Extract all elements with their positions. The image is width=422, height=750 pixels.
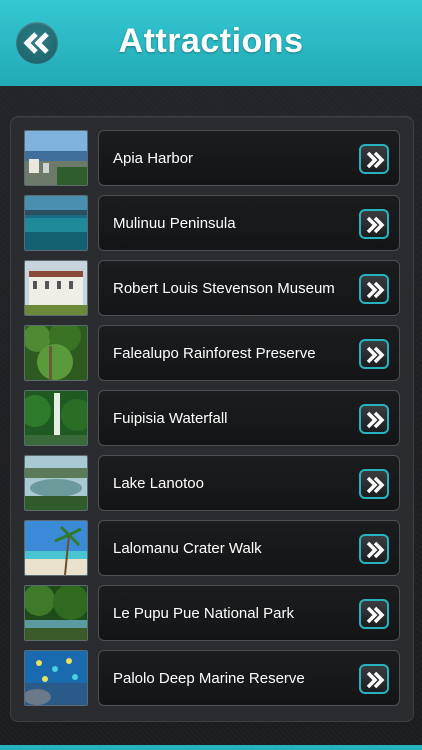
- bottom-accent-bar: [0, 745, 422, 750]
- open-button[interactable]: [359, 664, 389, 694]
- list-item-label: Apia Harbor: [113, 150, 194, 167]
- list-item[interactable]: Le Pupu Pue National Park: [24, 585, 400, 641]
- thumbnail-image: [24, 520, 88, 576]
- list-item[interactable]: Robert Louis Stevenson Museum: [24, 260, 400, 316]
- thumbnail-image: [24, 585, 88, 641]
- list-item-label: Mulinuu Peninsula: [113, 215, 236, 232]
- thumbnail-image: [24, 455, 88, 511]
- open-button[interactable]: [359, 339, 389, 369]
- thumbnail-image: [24, 130, 88, 186]
- double-chevron-right-icon: [366, 671, 385, 689]
- list-item[interactable]: Lalomanu Crater Walk: [24, 520, 400, 576]
- list-item[interactable]: Lake Lanotoo: [24, 455, 400, 511]
- attractions-list: Apia Harbor Mulinuu Peninsula Robert Lou…: [10, 116, 414, 722]
- list-item[interactable]: Falealupo Rainforest Preserve: [24, 325, 400, 381]
- open-button[interactable]: [359, 599, 389, 629]
- double-chevron-right-icon: [366, 151, 385, 169]
- list-item-label: Palolo Deep Marine Reserve: [113, 670, 305, 687]
- double-chevron-right-icon: [366, 476, 385, 494]
- list-item-button[interactable]: Lalomanu Crater Walk: [98, 520, 400, 576]
- list-item-button[interactable]: Le Pupu Pue National Park: [98, 585, 400, 641]
- list-item[interactable]: Fuipisia Waterfall: [24, 390, 400, 446]
- list-item-label: Le Pupu Pue National Park: [113, 605, 294, 622]
- list-item[interactable]: Palolo Deep Marine Reserve: [24, 650, 400, 706]
- open-button[interactable]: [359, 534, 389, 564]
- header-bar: Attractions: [0, 0, 422, 86]
- list-item-button[interactable]: Robert Louis Stevenson Museum: [98, 260, 400, 316]
- list-item[interactable]: Mulinuu Peninsula: [24, 195, 400, 251]
- double-chevron-right-icon: [366, 541, 385, 559]
- double-chevron-right-icon: [366, 216, 385, 234]
- list-item-label: Robert Louis Stevenson Museum: [113, 280, 335, 297]
- double-chevron-right-icon: [366, 411, 385, 429]
- double-chevron-right-icon: [366, 606, 385, 624]
- list-item-label: Lalomanu Crater Walk: [113, 540, 262, 557]
- open-button[interactable]: [359, 209, 389, 239]
- thumbnail-image: [24, 195, 88, 251]
- list-item-button[interactable]: Lake Lanotoo: [98, 455, 400, 511]
- content-area: Apia Harbor Mulinuu Peninsula Robert Lou…: [0, 86, 422, 745]
- list-item-label: Falealupo Rainforest Preserve: [113, 345, 316, 362]
- thumbnail-image: [24, 260, 88, 316]
- thumbnail-image: [24, 650, 88, 706]
- thumbnail-image: [24, 390, 88, 446]
- open-button[interactable]: [359, 469, 389, 499]
- double-chevron-right-icon: [366, 346, 385, 364]
- open-button[interactable]: [359, 404, 389, 434]
- thumbnail-image: [24, 325, 88, 381]
- open-button[interactable]: [359, 144, 389, 174]
- list-item-label: Fuipisia Waterfall: [113, 410, 228, 427]
- double-chevron-right-icon: [366, 281, 385, 299]
- list-item-button[interactable]: Fuipisia Waterfall: [98, 390, 400, 446]
- open-button[interactable]: [359, 274, 389, 304]
- list-item-button[interactable]: Falealupo Rainforest Preserve: [98, 325, 400, 381]
- page-title: Attractions: [118, 22, 304, 60]
- list-item[interactable]: Apia Harbor: [24, 130, 400, 186]
- list-item-button[interactable]: Palolo Deep Marine Reserve: [98, 650, 400, 706]
- list-item-button[interactable]: Apia Harbor: [98, 130, 400, 186]
- list-item-button[interactable]: Mulinuu Peninsula: [98, 195, 400, 251]
- list-item-label: Lake Lanotoo: [113, 475, 204, 492]
